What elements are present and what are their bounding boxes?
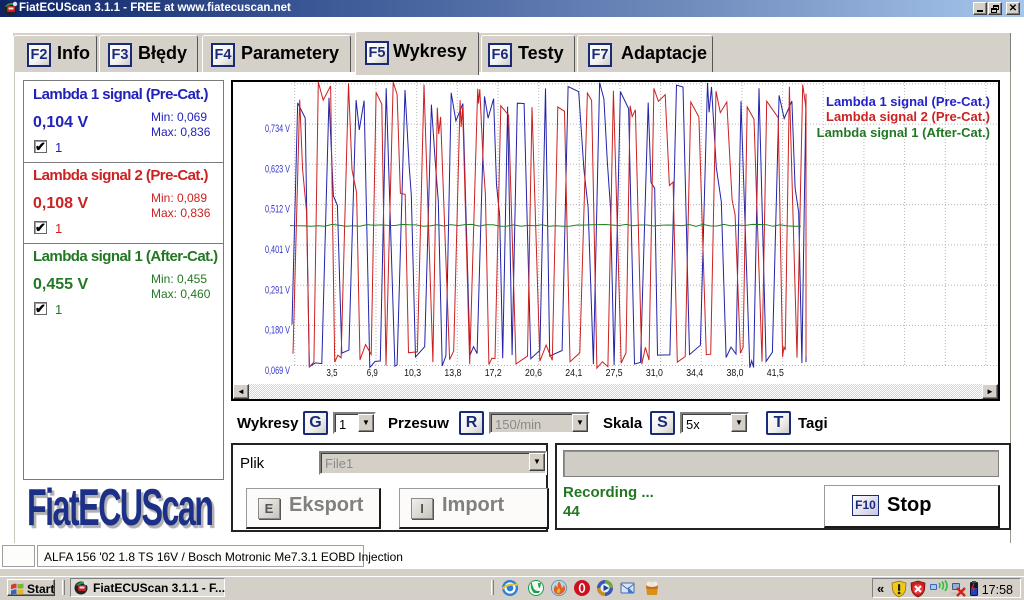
svg-text:0,069 V: 0,069 V [265,365,290,377]
svg-text:24,1: 24,1 [565,367,582,379]
svg-text:Lambda signal 1 (After-Cat.): Lambda signal 1 (After-Cat.) [817,125,990,140]
svg-text:0,734 V: 0,734 V [265,123,290,135]
svg-text:34,4: 34,4 [686,367,703,379]
svg-text:0,291 V: 0,291 V [265,284,290,296]
svg-text:0,512 V: 0,512 V [265,204,290,216]
svg-text:6,9: 6,9 [367,367,378,379]
svg-text:31,0: 31,0 [646,367,663,379]
svg-text:20,6: 20,6 [525,367,542,379]
svg-text:38,0: 38,0 [727,367,744,379]
svg-text:3,5: 3,5 [327,367,338,379]
svg-text:13,8: 13,8 [444,367,461,379]
svg-text:10,3: 10,3 [404,367,421,379]
svg-text:27,5: 27,5 [606,367,623,379]
svg-text:Lambda 1 signal (Pre-Cat.): Lambda 1 signal (Pre-Cat.) [826,94,990,109]
svg-text:0,180 V: 0,180 V [265,325,290,337]
svg-text:17,2: 17,2 [485,367,502,379]
svg-text:0,401 V: 0,401 V [265,244,290,256]
svg-text:0,623 V: 0,623 V [265,163,290,175]
svg-text:Lambda signal 2 (Pre-Cat.): Lambda signal 2 (Pre-Cat.) [826,109,990,124]
svg-text:41,5: 41,5 [767,367,784,379]
